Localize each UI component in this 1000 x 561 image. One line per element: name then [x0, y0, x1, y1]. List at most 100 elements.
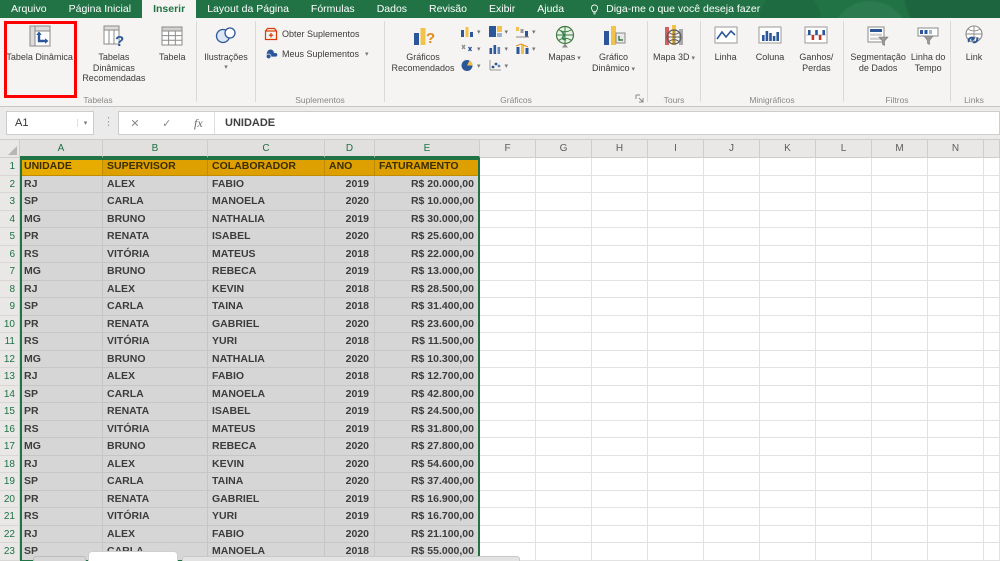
- cell-empty[interactable]: [648, 508, 704, 526]
- table-cell[interactable]: KEVIN: [208, 455, 325, 473]
- cell-empty[interactable]: [480, 333, 536, 351]
- ribbon-tab-inserir[interactable]: Inserir: [142, 0, 197, 18]
- cell-empty[interactable]: [704, 333, 760, 351]
- cell-empty[interactable]: [480, 420, 536, 438]
- cell-empty[interactable]: [928, 315, 984, 333]
- cell-empty[interactable]: [480, 455, 536, 473]
- table-cell[interactable]: R$ 42.800,00: [375, 385, 480, 403]
- cell-empty[interactable]: [704, 193, 760, 211]
- cell-empty[interactable]: [704, 368, 760, 386]
- cell-empty[interactable]: [816, 490, 872, 508]
- cell-empty[interactable]: [648, 210, 704, 228]
- bottom-sheet-tab[interactable]: [88, 551, 178, 561]
- table-cell[interactable]: 2020: [325, 438, 375, 456]
- cell-empty[interactable]: [872, 263, 928, 281]
- cell-empty[interactable]: [480, 175, 536, 193]
- ribbon-tab-revisão[interactable]: Revisão: [418, 0, 478, 18]
- cell-empty[interactable]: [760, 175, 816, 193]
- table-cell[interactable]: 2019: [325, 420, 375, 438]
- table-cell[interactable]: ISABEL: [208, 228, 325, 246]
- row-header-5[interactable]: 5: [0, 228, 20, 246]
- table-cell[interactable]: CARLA: [103, 385, 208, 403]
- table-cell[interactable]: YURI: [208, 508, 325, 526]
- cell-empty[interactable]: [872, 490, 928, 508]
- column-header-a[interactable]: A: [20, 140, 103, 158]
- row-header-6[interactable]: 6: [0, 245, 20, 263]
- table-cell[interactable]: R$ 28.500,00: [375, 280, 480, 298]
- table-cell[interactable]: 2018: [325, 245, 375, 263]
- cell-empty[interactable]: [760, 455, 816, 473]
- cell-empty[interactable]: [480, 228, 536, 246]
- cell-empty[interactable]: [928, 280, 984, 298]
- ribbon-tab-ajuda[interactable]: Ajuda: [526, 0, 575, 18]
- table-cell[interactable]: MG: [20, 438, 103, 456]
- cell-empty[interactable]: [816, 350, 872, 368]
- cell-empty[interactable]: [816, 298, 872, 316]
- column-header-e[interactable]: E: [375, 140, 480, 158]
- cell-empty[interactable]: [928, 158, 984, 176]
- cancel-icon[interactable]: ✕: [130, 117, 139, 130]
- cell-empty[interactable]: [536, 368, 592, 386]
- cell-empty[interactable]: [536, 298, 592, 316]
- cell-empty[interactable]: [872, 193, 928, 211]
- table-cell[interactable]: MANOELA: [208, 385, 325, 403]
- cell-empty[interactable]: [816, 245, 872, 263]
- cell-empty[interactable]: [816, 228, 872, 246]
- cell-empty[interactable]: [704, 350, 760, 368]
- cell-empty[interactable]: [928, 210, 984, 228]
- cell-empty[interactable]: [592, 263, 648, 281]
- cell-empty[interactable]: [872, 298, 928, 316]
- cell-empty[interactable]: [592, 525, 648, 543]
- table-cell[interactable]: R$ 22.000,00: [375, 245, 480, 263]
- table-cell[interactable]: R$ 11.500,00: [375, 333, 480, 351]
- cell-empty[interactable]: [536, 210, 592, 228]
- cell-empty[interactable]: [872, 228, 928, 246]
- column-header-i[interactable]: I: [648, 140, 704, 158]
- table-cell[interactable]: NATHALIA: [208, 350, 325, 368]
- cell-empty[interactable]: [816, 210, 872, 228]
- cell-empty[interactable]: [704, 525, 760, 543]
- table-cell[interactable]: 2019: [325, 403, 375, 421]
- table-cell[interactable]: GABRIEL: [208, 315, 325, 333]
- cell-empty[interactable]: [592, 508, 648, 526]
- table-cell[interactable]: R$ 30.000,00: [375, 210, 480, 228]
- table-cell[interactable]: 2018: [325, 280, 375, 298]
- cell-empty[interactable]: [816, 508, 872, 526]
- cell-empty[interactable]: [928, 333, 984, 351]
- cell-empty[interactable]: [536, 490, 592, 508]
- cell-empty[interactable]: [648, 438, 704, 456]
- cell-empty[interactable]: [648, 525, 704, 543]
- cell-empty[interactable]: [872, 245, 928, 263]
- cell-empty[interactable]: [872, 368, 928, 386]
- table-button[interactable]: Tabela: [151, 20, 193, 63]
- cell-empty[interactable]: [536, 280, 592, 298]
- cell-empty[interactable]: [704, 403, 760, 421]
- column-header-l[interactable]: L: [816, 140, 872, 158]
- cell-empty[interactable]: [704, 438, 760, 456]
- cell-empty[interactable]: [928, 473, 984, 491]
- cell-empty[interactable]: [760, 385, 816, 403]
- table-cell[interactable]: 2020: [325, 315, 375, 333]
- cell-empty[interactable]: [760, 280, 816, 298]
- cell-empty[interactable]: [816, 280, 872, 298]
- cell-empty[interactable]: [760, 263, 816, 281]
- cell-empty[interactable]: [480, 508, 536, 526]
- table-cell[interactable]: ALEX: [103, 455, 208, 473]
- cell-empty[interactable]: [872, 385, 928, 403]
- cell-empty[interactable]: [760, 350, 816, 368]
- cell-empty[interactable]: [760, 193, 816, 211]
- cell-empty[interactable]: [928, 525, 984, 543]
- cell-empty[interactable]: [928, 193, 984, 211]
- cell-empty[interactable]: [704, 543, 760, 561]
- cell-empty[interactable]: [704, 280, 760, 298]
- cell-empty[interactable]: [536, 543, 592, 561]
- table-cell[interactable]: NATHALIA: [208, 210, 325, 228]
- table-cell[interactable]: R$ 21.100,00: [375, 525, 480, 543]
- cell-empty[interactable]: [536, 420, 592, 438]
- cell-empty[interactable]: [816, 193, 872, 211]
- row-header-13[interactable]: 13: [0, 368, 20, 386]
- table-cell[interactable]: 2020: [325, 525, 375, 543]
- cell-empty[interactable]: [704, 508, 760, 526]
- table-cell[interactable]: 2018: [325, 368, 375, 386]
- cell-empty[interactable]: [592, 420, 648, 438]
